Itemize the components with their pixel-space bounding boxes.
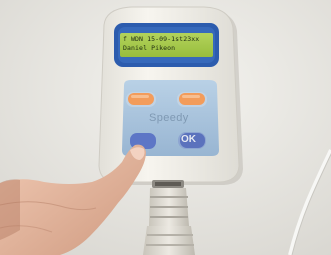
- lcd-line-2: Daniel Pikeon: [123, 44, 176, 52]
- photo: f WDN 15-09-1st23xx Daniel Pikeon Speedy…: [0, 0, 331, 255]
- left-orange-key[interactable]: [128, 93, 154, 105]
- brand-label: Speedy: [149, 112, 189, 124]
- serial-cable: [143, 226, 195, 255]
- right-orange-key[interactable]: [179, 93, 205, 105]
- ok-key-label: OK: [181, 134, 196, 145]
- lcd-line-1: f WDN 15-09-1st23xx: [123, 35, 200, 43]
